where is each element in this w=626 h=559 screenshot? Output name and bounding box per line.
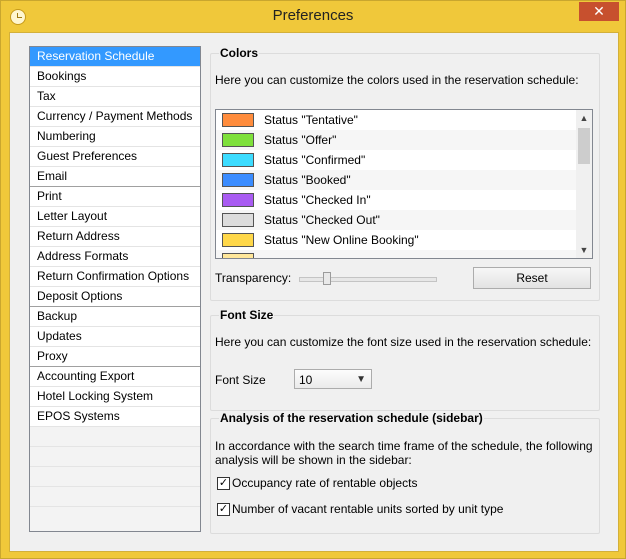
font-size-value: 10 xyxy=(299,373,313,387)
sidebar-item[interactable]: EPOS Systems xyxy=(30,407,200,427)
font-size-title: Font Size xyxy=(219,308,275,322)
font-size-description: Here you can customize the font size use… xyxy=(215,335,592,349)
status-color-item[interactable]: Status "Tentative" xyxy=(216,110,592,130)
checkbox-label[interactable]: Occupancy rate of rentable objects xyxy=(232,476,417,490)
sidebar-item[interactable]: Hotel Locking System xyxy=(30,387,200,407)
sidebar-empty-row xyxy=(30,467,200,487)
window-title: Preferences xyxy=(272,7,354,24)
preferences-window: Preferences ✕ Reservation Schedule Bookin… xyxy=(0,0,626,559)
sidebar-item[interactable]: Reservation Schedule xyxy=(30,47,200,67)
sidebar-item[interactable]: Numbering xyxy=(30,127,200,147)
close-button[interactable]: ✕ xyxy=(579,2,619,21)
status-color-list[interactable]: Status "Tentative" Status "Offer" Status "… xyxy=(215,109,593,259)
color-swatch[interactable] xyxy=(222,173,254,187)
colors-group: Colors Here you can customize the colors… xyxy=(210,46,600,301)
sidebar-item[interactable]: Deposit Options xyxy=(30,287,200,307)
sidebar-item[interactable]: Address Formats xyxy=(30,247,200,267)
sidebar-item[interactable]: Print xyxy=(30,187,200,207)
status-color-item[interactable]: Status "Checked Out" xyxy=(216,210,592,230)
sidebar-empty-row xyxy=(30,447,200,467)
sidebar-item[interactable]: Return Address xyxy=(30,227,200,247)
checkbox-label[interactable]: Number of vacant rentable units sorted b… xyxy=(232,502,503,516)
status-label: Status "Booked" xyxy=(264,173,351,187)
font-size-group: Font Size Here you can customize the fon… xyxy=(210,308,600,411)
scroll-down-icon[interactable]: ▼ xyxy=(576,242,592,258)
font-size-label: Font Size xyxy=(215,373,266,387)
list-scrollbar[interactable]: ▲ ▼ xyxy=(576,110,592,258)
sidebar-item[interactable]: Proxy xyxy=(30,347,200,367)
sidebar-empty-row xyxy=(30,427,200,447)
sidebar-item[interactable]: Updates xyxy=(30,327,200,347)
sidebar-item[interactable]: Currency / Payment Methods xyxy=(30,107,200,127)
sidebar-item[interactable]: Letter Layout xyxy=(30,207,200,227)
transparency-label: Transparency: xyxy=(215,271,292,285)
color-swatch[interactable] xyxy=(222,113,254,127)
analysis-description-line2: analysis will be shown in the sidebar: xyxy=(215,453,412,467)
color-swatch[interactable] xyxy=(222,233,254,247)
sidebar-empty-row xyxy=(30,487,200,507)
chevron-down-icon: ▼ xyxy=(356,374,366,385)
status-label: Status "Offer" xyxy=(264,133,337,147)
sidebar-item[interactable]: Tax xyxy=(30,87,200,107)
list-item-partial xyxy=(216,250,592,258)
status-label: Status "Confirmed" xyxy=(264,153,366,167)
sidebar-item[interactable]: Guest Preferences xyxy=(30,147,200,167)
color-swatch[interactable] xyxy=(222,153,254,167)
status-color-item[interactable]: Status "Booked" xyxy=(216,170,592,190)
sidebar-item[interactable]: Accounting Export xyxy=(30,367,200,387)
scrollbar-thumb[interactable] xyxy=(578,128,590,164)
status-label: Status "Checked Out" xyxy=(264,213,380,227)
analysis-description-line1: In accordance with the search time frame… xyxy=(215,439,593,453)
status-label: Status "Checked In" xyxy=(264,193,371,207)
dialog-client-area: Reservation Schedule Bookings Tax Currency … xyxy=(9,32,619,552)
color-swatch[interactable] xyxy=(222,133,254,147)
status-color-item[interactable]: Status "Offer" xyxy=(216,130,592,150)
status-label: Status "New Online Booking" xyxy=(264,233,419,247)
analysis-title: Analysis of the reservation schedule (si… xyxy=(219,411,484,425)
font-size-select[interactable]: 10 ▼ xyxy=(294,369,372,389)
sidebar-item[interactable]: Return Confirmation Options xyxy=(30,267,200,287)
transparency-slider-thumb[interactable] xyxy=(323,272,332,285)
title-bar: Preferences ✕ xyxy=(1,1,625,32)
checkbox[interactable]: ✓ xyxy=(217,477,230,490)
color-swatch[interactable] xyxy=(222,213,254,227)
status-color-item[interactable]: Status "Confirmed" xyxy=(216,150,592,170)
analysis-group: Analysis of the reservation schedule (si… xyxy=(210,411,600,534)
colors-title: Colors xyxy=(219,46,260,60)
sidebar-item[interactable]: Backup xyxy=(30,307,200,327)
transparency-slider-track[interactable] xyxy=(299,277,437,282)
status-color-item[interactable]: Status "New Online Booking" xyxy=(216,230,592,250)
color-swatch[interactable] xyxy=(222,193,254,207)
colors-description: Here you can customize the colors used i… xyxy=(215,73,579,87)
color-swatch xyxy=(222,253,254,258)
scroll-up-icon[interactable]: ▲ xyxy=(576,110,592,126)
reset-button[interactable]: Reset xyxy=(473,267,591,289)
sidebar-item[interactable]: Email xyxy=(30,167,200,187)
sidebar-item[interactable]: Bookings xyxy=(30,67,200,87)
status-color-item[interactable]: Status "Checked In" xyxy=(216,190,592,210)
preferences-sidebar: Reservation Schedule Bookings Tax Currency … xyxy=(29,46,201,532)
status-label: Status "Tentative" xyxy=(264,113,358,127)
checkbox[interactable]: ✓ xyxy=(217,503,230,516)
